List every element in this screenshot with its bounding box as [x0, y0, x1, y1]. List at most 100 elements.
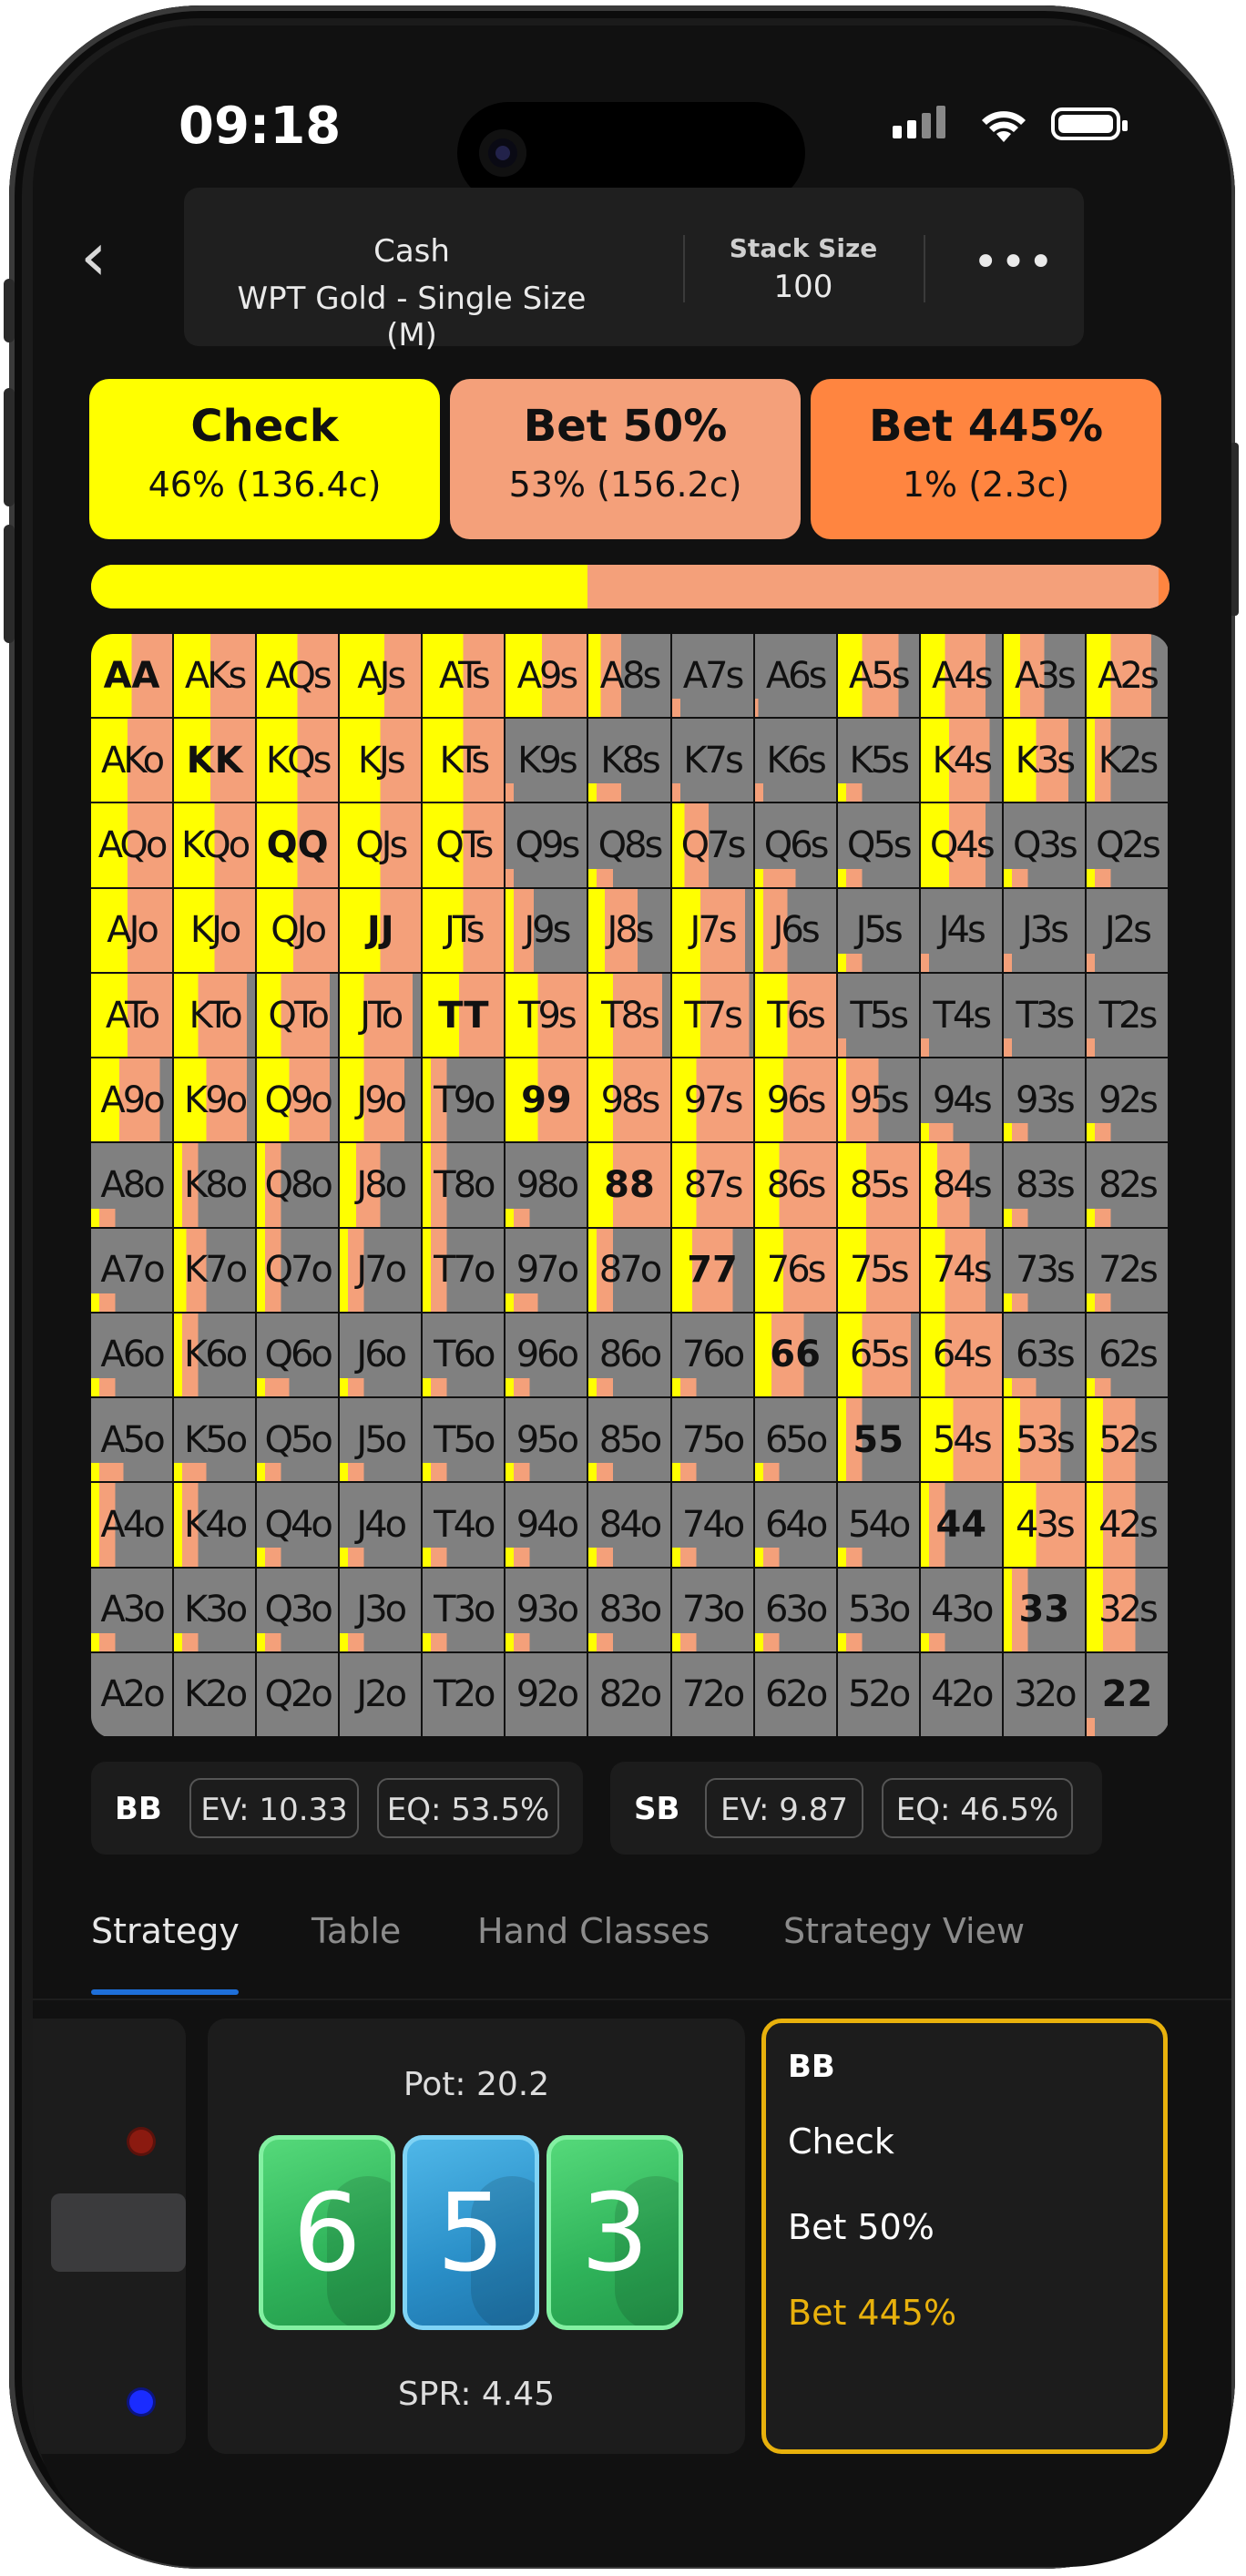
hand-cell[interactable]: QJs [340, 803, 422, 887]
more-options-icon[interactable]: ••• [973, 240, 1054, 284]
hand-cell[interactable]: Q4s [920, 803, 1002, 887]
hand-cell[interactable]: 74o [671, 1483, 753, 1567]
hand-cell[interactable]: 32o [1003, 1652, 1085, 1736]
hand-cell[interactable]: K4s [920, 719, 1002, 802]
hand-cell[interactable]: 54s [920, 1398, 1002, 1482]
hand-cell[interactable]: K3o [174, 1568, 256, 1651]
hand-cell[interactable]: 92s [1086, 1058, 1168, 1142]
hand-cell[interactable]: J6s [754, 888, 836, 972]
hand-cell[interactable]: 87o [588, 1228, 670, 1312]
hand-cell[interactable]: T8o [423, 1143, 505, 1227]
hand-cell[interactable]: 52o [837, 1652, 919, 1736]
hand-cell[interactable]: 96s [754, 1058, 836, 1142]
hand-cell[interactable]: 85s [837, 1143, 919, 1227]
hand-cell[interactable]: A9o [91, 1058, 173, 1142]
hand-cell[interactable]: 53o [837, 1568, 919, 1651]
hand-cell[interactable]: A7o [91, 1228, 173, 1312]
hand-cell[interactable]: A8o [91, 1143, 173, 1227]
hand-cell[interactable]: 43o [920, 1568, 1002, 1651]
hand-cell[interactable]: 83s [1003, 1143, 1085, 1227]
hand-cell[interactable]: 55 [837, 1398, 919, 1482]
hand-cell[interactable]: 42o [920, 1652, 1002, 1736]
hand-cell[interactable]: JTo [340, 973, 422, 1058]
hand-cell[interactable]: J7s [671, 888, 753, 972]
spot-header[interactable]: Cash WPT Gold - Single Size (M) Stack Si… [184, 188, 1084, 353]
hand-cell[interactable]: J5s [837, 888, 919, 972]
hand-cell[interactable]: ATo [91, 973, 173, 1058]
back-button[interactable]: ‹ [80, 220, 135, 293]
hand-cell[interactable]: Q7o [257, 1228, 339, 1312]
hand-cell[interactable]: 86o [588, 1313, 670, 1397]
hand-cell[interactable]: 95s [837, 1058, 919, 1142]
hand-cell[interactable]: A3o [91, 1568, 173, 1651]
hand-cell[interactable]: T6o [423, 1313, 505, 1397]
hand-cell[interactable]: A2o [91, 1652, 173, 1736]
hand-cell[interactable]: 82o [588, 1652, 670, 1736]
hand-cell[interactable]: K9o [174, 1058, 256, 1142]
hand-cell[interactable]: J8s [588, 888, 670, 972]
hand-cell[interactable]: T2s [1086, 973, 1168, 1058]
hand-cell[interactable]: T4s [920, 973, 1002, 1058]
table-panel-partial[interactable] [33, 2019, 186, 2454]
hand-cell[interactable]: T3s [1003, 973, 1085, 1058]
hand-cell[interactable]: AJs [340, 634, 422, 718]
hand-cell[interactable]: A4s [920, 634, 1002, 718]
hand-cell[interactable]: 98o [506, 1143, 587, 1227]
hand-cell[interactable]: 94o [506, 1483, 587, 1567]
hand-cell[interactable]: 44 [920, 1483, 1002, 1567]
hand-cell[interactable]: 63s [1003, 1313, 1085, 1397]
hand-cell[interactable]: Q9o [257, 1058, 339, 1142]
hand-cell[interactable]: T2o [423, 1652, 505, 1736]
tab-strategy[interactable]: Strategy [91, 1911, 240, 1951]
hand-cell[interactable]: J2s [1086, 888, 1168, 972]
hand-cell[interactable]: K7s [671, 719, 753, 802]
action-bet-50[interactable]: Bet 50% 53% (156.2c) [450, 379, 801, 539]
hand-cell[interactable]: Q7s [671, 803, 753, 887]
hand-cell[interactable]: 53s [1003, 1398, 1085, 1482]
hand-cell[interactable]: 77 [671, 1228, 753, 1312]
hand-cell[interactable]: 88 [588, 1143, 670, 1227]
hand-cell[interactable]: J9o [340, 1058, 422, 1142]
tab-hand-classes[interactable]: Hand Classes [477, 1911, 710, 1951]
hand-cell[interactable]: Q3o [257, 1568, 339, 1651]
hand-cell[interactable]: 42s [1086, 1483, 1168, 1567]
hand-cell[interactable]: Q6o [257, 1313, 339, 1397]
hand-cell[interactable]: A6s [754, 634, 836, 718]
legend-item[interactable]: Bet 50% [788, 2207, 934, 2247]
hand-cell[interactable]: KTs [423, 719, 505, 802]
hand-cell[interactable]: Q8s [588, 803, 670, 887]
legend-item[interactable]: Check [788, 2121, 894, 2162]
hand-cell[interactable]: 94s [920, 1058, 1002, 1142]
hand-cell[interactable]: 96o [506, 1313, 587, 1397]
hand-cell[interactable]: 74s [920, 1228, 1002, 1312]
hand-cell[interactable]: 75o [671, 1398, 753, 1482]
hand-cell[interactable]: QJo [257, 888, 339, 972]
hand-cell[interactable]: A2s [1086, 634, 1168, 718]
hand-cell[interactable]: J2o [340, 1652, 422, 1736]
hand-cell[interactable]: 92o [506, 1652, 587, 1736]
action-check[interactable]: Check 46% (136.4c) [89, 379, 440, 539]
hand-cell[interactable]: KTo [174, 973, 256, 1058]
hand-cell[interactable]: A5o [91, 1398, 173, 1482]
hand-cell[interactable]: J7o [340, 1228, 422, 1312]
hand-cell[interactable]: 99 [506, 1058, 587, 1142]
hand-cell[interactable]: 75s [837, 1228, 919, 1312]
hand-cell[interactable]: J5o [340, 1398, 422, 1482]
hand-cell[interactable]: 76o [671, 1313, 753, 1397]
hand-cell[interactable]: J4o [340, 1483, 422, 1567]
hand-cell[interactable]: KQs [257, 719, 339, 802]
hand-cell[interactable]: 84o [588, 1483, 670, 1567]
hand-cell[interactable]: 64o [754, 1483, 836, 1567]
hand-cell[interactable]: 98s [588, 1058, 670, 1142]
hand-cell[interactable]: TT [423, 973, 505, 1058]
hand-cell[interactable]: K5s [837, 719, 919, 802]
hand-cell[interactable]: AA [91, 634, 173, 718]
hand-cell[interactable]: 73s [1003, 1228, 1085, 1312]
hand-cell[interactable]: 93s [1003, 1058, 1085, 1142]
hand-cell[interactable]: 62o [754, 1652, 836, 1736]
hand-cell[interactable]: AQs [257, 634, 339, 718]
hand-cell[interactable]: A6o [91, 1313, 173, 1397]
hand-cell[interactable]: J9s [506, 888, 587, 972]
action-legend[interactable]: BB Check Bet 50% Bet 445% [761, 2019, 1168, 2454]
hand-cell[interactable]: T6s [754, 973, 836, 1058]
